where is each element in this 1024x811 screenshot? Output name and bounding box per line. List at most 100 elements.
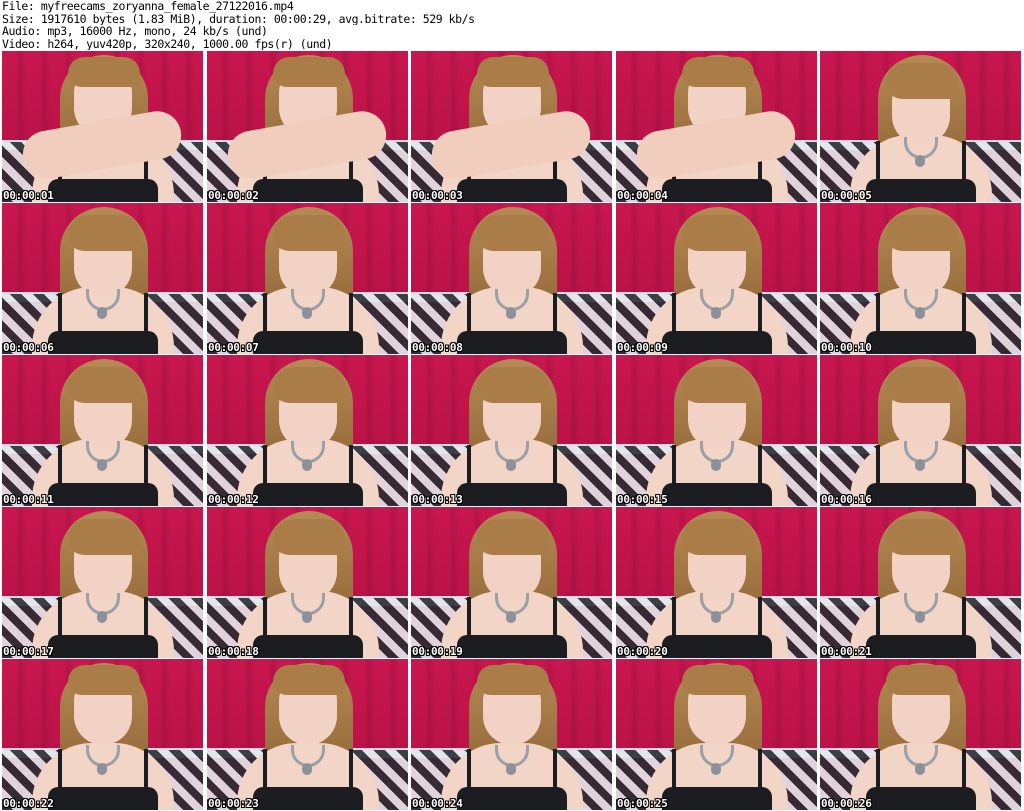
file-info-header: File: myfreecams_zoryanna_female_2712201… xyxy=(2,0,1020,50)
thumbnail-frame-pendant xyxy=(506,611,516,623)
thumbnail-frame-fringe xyxy=(273,367,345,403)
thumbnail-frame-top-garment xyxy=(457,179,567,202)
video-thumbnail: 00:00:08 xyxy=(411,203,612,354)
thumbnail-frame-pendant xyxy=(506,307,516,319)
video-thumbnail: 00:00:12 xyxy=(207,355,408,506)
thumbnail-timestamp: 00:00:03 xyxy=(412,189,463,202)
thumbnail-frame-fringe xyxy=(273,57,345,87)
thumbnail-timestamp: 00:00:22 xyxy=(3,797,54,810)
thumbnail-frame-pendant xyxy=(915,611,925,623)
video-thumbnail: 00:00:07 xyxy=(207,203,408,354)
thumbnail-frame-top-garment xyxy=(866,483,976,506)
thumbnail-frame-pendant xyxy=(302,459,312,471)
thumbnail-frame-pendant xyxy=(711,611,721,623)
thumbnail-frame-top-garment xyxy=(48,635,158,658)
thumbnail-frame-fringe xyxy=(273,215,345,251)
video-thumbnail: 00:00:01 xyxy=(2,51,203,202)
thumbnail-frame-pendant xyxy=(915,763,925,775)
video-thumbnail: 00:00:02 xyxy=(207,51,408,202)
file-size-line: Size: 1917610 bytes (1.83 MiB), duration… xyxy=(2,12,475,25)
thumbnail-frame-pendant xyxy=(711,459,721,471)
thumbnail-frame-pendant xyxy=(915,459,925,471)
thumbnail-frame-pendant xyxy=(97,611,107,623)
thumbnail-frame-top-garment xyxy=(253,331,363,354)
video-thumbnail: 00:00:05 xyxy=(820,51,1021,202)
thumbnail-frame-pendant xyxy=(711,307,721,319)
video-thumbnail: 00:00:10 xyxy=(820,203,1021,354)
thumbnail-frame-top-garment xyxy=(48,331,158,354)
thumbnail-timestamp: 00:00:08 xyxy=(412,341,463,354)
thumbnail-frame-pendant xyxy=(915,307,925,319)
thumbnail-frame-fringe xyxy=(886,665,958,695)
thumbnail-frame-fringe xyxy=(68,367,140,403)
thumbnail-timestamp: 00:00:20 xyxy=(617,645,668,658)
thumbnail-frame-pendant xyxy=(302,763,312,775)
thumbnail-frame-pendant xyxy=(302,611,312,623)
thumbnail-frame-top-garment xyxy=(662,635,772,658)
thumbnail-frame-pendant xyxy=(97,307,107,319)
thumbnail-frame-top-garment xyxy=(662,179,772,202)
thumbnail-frame-fringe xyxy=(477,519,549,555)
file-name-line: File: myfreecams_zoryanna_female_2712201… xyxy=(2,0,294,13)
thumbnail-frame-top-garment xyxy=(866,635,976,658)
thumbnail-frame-pendant xyxy=(506,459,516,471)
video-thumbnail: 00:00:19 xyxy=(411,507,612,658)
thumbnail-timestamp: 00:00:11 xyxy=(3,493,54,506)
thumbnail-frame-fringe xyxy=(682,215,754,251)
thumbnail-timestamp: 00:00:18 xyxy=(208,645,259,658)
video-thumbnail: 00:00:15 xyxy=(616,355,817,506)
thumbnail-frame-top-garment xyxy=(866,787,976,810)
thumbnail-frame-top-garment xyxy=(48,483,158,506)
thumbnail-timestamp: 00:00:05 xyxy=(821,189,872,202)
video-thumbnail: 00:00:25 xyxy=(616,659,817,810)
video-thumbnail: 00:00:24 xyxy=(411,659,612,810)
video-thumbnail: 00:00:09 xyxy=(616,203,817,354)
thumbnail-timestamp: 00:00:23 xyxy=(208,797,259,810)
thumbnail-frame-fringe xyxy=(68,665,140,695)
thumbnail-frame-fringe xyxy=(477,215,549,251)
thumbnail-frame-fringe xyxy=(886,63,958,99)
audio-info-line: Audio: mp3, 16000 Hz, mono, 24 kb/s (und… xyxy=(2,25,268,38)
video-thumbnail: 00:00:03 xyxy=(411,51,612,202)
thumbnail-frame-pendant xyxy=(97,763,107,775)
thumbnail-timestamp: 00:00:19 xyxy=(412,645,463,658)
thumbnail-timestamp: 00:00:16 xyxy=(821,493,872,506)
video-thumbnail: 00:00:13 xyxy=(411,355,612,506)
thumbnail-frame-fringe xyxy=(477,367,549,403)
thumbnail-frame-fringe xyxy=(682,367,754,403)
thumbnail-frame-pendant xyxy=(711,763,721,775)
thumbnail-timestamp: 00:00:21 xyxy=(821,645,872,658)
video-thumbnail: 00:00:21 xyxy=(820,507,1021,658)
video-thumbnail: 00:00:11 xyxy=(2,355,203,506)
video-info-line: Video: h264, yuv420p, 320x240, 1000.00 f… xyxy=(2,37,333,50)
thumbnail-timestamp: 00:00:04 xyxy=(617,189,668,202)
thumbnail-frame-fringe xyxy=(477,665,549,695)
thumbnail-frame-top-garment xyxy=(866,331,976,354)
thumbnail-frame-top-garment xyxy=(662,787,772,810)
thumbnail-frame-pendant xyxy=(302,307,312,319)
video-thumbnail: 00:00:16 xyxy=(820,355,1021,506)
thumbnail-frame-top-garment xyxy=(457,483,567,506)
thumbnail-timestamp: 00:00:13 xyxy=(412,493,463,506)
video-thumbnail: 00:00:22 xyxy=(2,659,203,810)
video-thumbnail: 00:00:04 xyxy=(616,51,817,202)
thumbnail-timestamp: 00:00:26 xyxy=(821,797,872,810)
thumbnail-frame-fringe xyxy=(68,57,140,87)
thumbnail-frame-top-garment xyxy=(662,483,772,506)
thumbnail-timestamp: 00:00:06 xyxy=(3,341,54,354)
thumbnail-frame-top-garment xyxy=(457,787,567,810)
thumbnail-frame-pendant xyxy=(915,155,925,167)
thumbnail-frame-top-garment xyxy=(253,483,363,506)
thumbnail-timestamp: 00:00:25 xyxy=(617,797,668,810)
video-thumbnail: 00:00:17 xyxy=(2,507,203,658)
thumbnail-frame-fringe xyxy=(682,519,754,555)
thumbnail-frame-fringe xyxy=(682,57,754,87)
thumbnail-frame-fringe xyxy=(273,519,345,555)
thumbnail-frame-fringe xyxy=(682,665,754,695)
thumbnail-timestamp: 00:00:24 xyxy=(412,797,463,810)
thumbnail-timestamp: 00:00:12 xyxy=(208,493,259,506)
video-thumbnail: 00:00:20 xyxy=(616,507,817,658)
thumbnail-frame-fringe xyxy=(68,519,140,555)
thumbnail-timestamp: 00:00:15 xyxy=(617,493,668,506)
thumbnail-timestamp: 00:00:07 xyxy=(208,341,259,354)
